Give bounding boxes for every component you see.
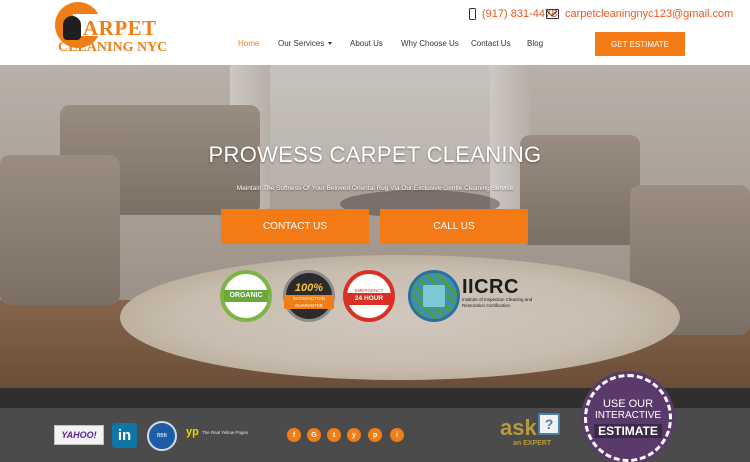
question-icon: ?	[538, 413, 560, 435]
interactive-line2: INTERACTIVE	[594, 410, 662, 421]
pinterest-icon[interactable]: p	[368, 428, 382, 442]
email-address: carpetcleaningnyc123@gmail.com	[565, 8, 734, 20]
organic-badge: ORGANIC	[220, 270, 272, 322]
yp-subtitle: The Real Yellow Pages	[201, 429, 249, 435]
google-plus-icon[interactable]: G	[307, 428, 321, 442]
site-header: ARPET CLEANING NYC (917) 831-4478 carpet…	[0, 0, 750, 65]
satisfaction-label: SATISFACTION GUARANTEE	[284, 295, 334, 309]
header-email[interactable]: carpetcleaningnyc123@gmail.com	[546, 8, 733, 20]
yelp-icon[interactable]: y	[347, 428, 361, 442]
hero-banner: PROWESS CARPET CLEANING Maintain The Sof…	[0, 65, 750, 388]
header-phone[interactable]: (917) 831-4478	[469, 8, 557, 20]
mail-icon	[546, 9, 559, 19]
bbb-seal[interactable]: BBB	[147, 421, 177, 451]
phone-icon	[469, 8, 476, 20]
ask-logo[interactable]: ask	[500, 415, 537, 441]
iicrc-seal-center	[423, 285, 445, 307]
logo-word-cleaning: CLEANING NYC	[58, 40, 168, 55]
yp-mark: yp	[186, 426, 199, 438]
nav-item-label: Our Services	[278, 39, 325, 48]
get-estimate-button[interactable]: GET ESTIMATE	[595, 32, 685, 56]
nav-item-why-choose[interactable]: Why Choose Us	[401, 39, 459, 48]
hero-title: PROWESS CARPET CLEANING	[208, 142, 542, 167]
vacuum-icon	[63, 16, 81, 40]
yahoo-local-logo[interactable]: YAHOO!	[54, 425, 104, 445]
twitter-icon[interactable]: t	[327, 428, 341, 442]
nav-item-blog[interactable]: Blog	[527, 39, 543, 48]
iicrc-title: IICRC	[462, 276, 519, 298]
yellow-pages-logo[interactable]: yp The Real Yellow Pages	[186, 426, 248, 438]
brand-logo[interactable]: ARPET CLEANING NYC	[55, 2, 167, 62]
contact-us-button[interactable]: CONTACT US	[221, 209, 369, 244]
logo-word-carpet: ARPET	[83, 16, 157, 40]
iicrc-subtitle: Institute of Inspection Cleaning and Res…	[462, 297, 533, 308]
hero-overlay	[0, 65, 750, 388]
caret-down-icon	[328, 42, 333, 46]
interactive-line3: ESTIMATE	[594, 424, 662, 438]
interactive-line1: USE OUR	[602, 398, 654, 410]
call-us-button[interactable]: CALL US	[380, 209, 528, 244]
nav-item-home[interactable]: Home	[238, 39, 259, 48]
ask-expert-label: an EXPERT	[513, 440, 552, 447]
interactive-estimate-badge[interactable]: USE OUR INTERACTIVE ESTIMATE	[584, 374, 672, 462]
iicrc-logo-text: IICRC Institute of Inspection Cleaning a…	[462, 277, 552, 308]
iicrc-seal	[408, 270, 460, 322]
organic-label: ORGANIC	[224, 290, 268, 302]
nav-item-contact[interactable]: Contact Us	[471, 39, 511, 48]
emergency-badge: EMERGENCY 24 HOUR	[343, 270, 395, 322]
satisfaction-pct: 100%	[294, 282, 324, 294]
linkedin-icon[interactable]: in	[112, 423, 137, 448]
nav-item-about[interactable]: About Us	[350, 39, 383, 48]
nav-item-our-services[interactable]: Our Services	[278, 39, 333, 48]
hero-subtitle: Maintain The Softness Of Your Beloved Or…	[236, 185, 514, 192]
hour-label: 24 HOUR	[345, 292, 393, 305]
satisfaction-badge: 100% SATISFACTION GUARANTEE	[283, 270, 335, 322]
facebook-icon[interactable]: f	[287, 428, 301, 442]
instagram-icon[interactable]: i	[390, 428, 404, 442]
